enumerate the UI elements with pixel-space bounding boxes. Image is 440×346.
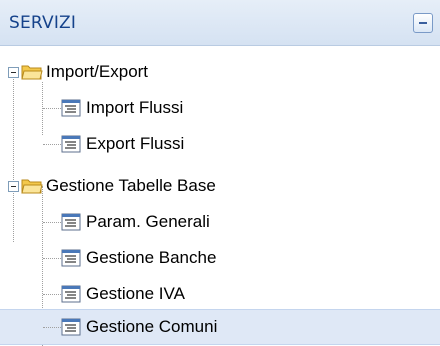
services-tree: Import/Export Import Flussi Export Fluss…: [0, 46, 440, 346]
folder-open-icon: [21, 179, 43, 194]
tree-connector: [43, 144, 61, 145]
panel-title: SERVIZI: [9, 13, 77, 33]
tree-item-label: Gestione Banche: [86, 248, 217, 267]
folder-open-icon: [21, 65, 43, 80]
tree-item-label: Export Flussi: [86, 134, 185, 153]
tree-item-param-generali[interactable]: Param. Generali: [0, 204, 440, 240]
tree-connector: [43, 294, 61, 295]
document-icon: [61, 213, 81, 231]
tree-folder-gestione-tabelle-base[interactable]: Gestione Tabelle Base: [0, 168, 440, 204]
tree-connector: [43, 222, 61, 223]
tree-folder-label: Import/Export: [46, 62, 149, 81]
servizi-panel: SERVIZI Import/Export Import Flussi Expo…: [0, 0, 440, 346]
tree-item-export-flussi[interactable]: Export Flussi: [0, 126, 440, 162]
tree-folder-label: Gestione Tabelle Base: [46, 176, 216, 195]
panel-header: SERVIZI: [0, 0, 440, 46]
tree-folder-import-export[interactable]: Import/Export: [0, 54, 440, 90]
collapse-toggle-icon[interactable]: [8, 67, 19, 78]
tree-item-label: Param. Generali: [86, 212, 210, 231]
tree-item-gestione-banche[interactable]: Gestione Banche: [0, 240, 440, 276]
tree-item-gestione-comuni[interactable]: Gestione Comuni: [0, 309, 440, 345]
collapse-button[interactable]: [413, 13, 433, 33]
tree-connector: [43, 327, 61, 328]
document-icon: [61, 99, 81, 117]
tree-connector: [43, 108, 61, 109]
tree-item-label: Gestione IVA: [86, 284, 185, 303]
tree-item-label: Gestione Comuni: [86, 317, 218, 336]
tree-item-label: Import Flussi: [86, 98, 184, 117]
tree-connector: [43, 258, 61, 259]
tree-item-import-flussi[interactable]: Import Flussi: [0, 90, 440, 126]
document-icon: [61, 318, 81, 336]
tree-item-gestione-iva[interactable]: Gestione IVA: [0, 276, 440, 312]
document-icon: [61, 135, 81, 153]
document-icon: [61, 249, 81, 267]
document-icon: [61, 285, 81, 303]
collapse-toggle-icon[interactable]: [8, 181, 19, 192]
